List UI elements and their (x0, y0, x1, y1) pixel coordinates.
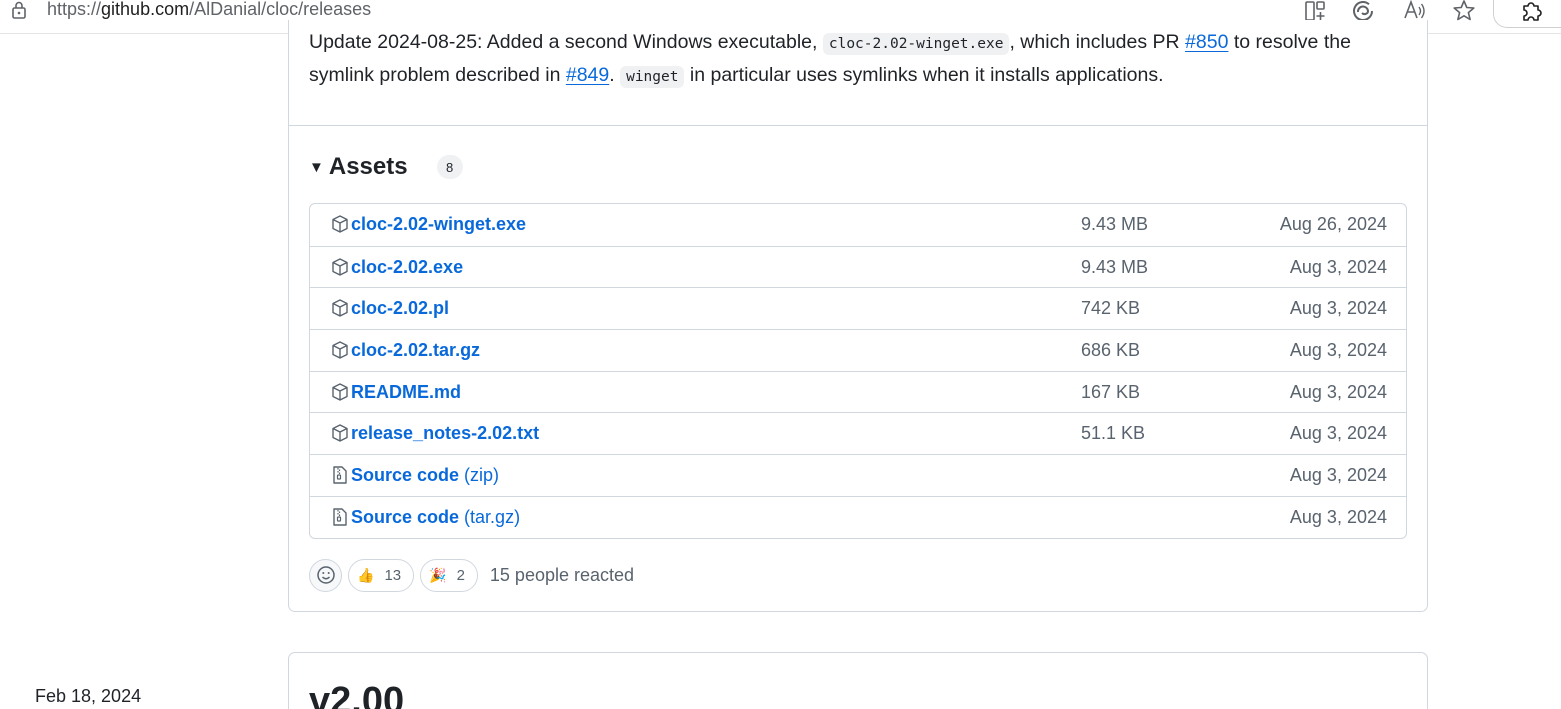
reactions-summary: 15 people reacted (489, 564, 635, 585)
asset-name: cloc-2.02.exe (351, 256, 464, 277)
inline-code: winget (620, 66, 685, 88)
asset-row: release_notes-2.02.txt 51.1 KB Aug 3, 20… (310, 412, 1406, 454)
thumbs-up-reaction[interactable]: 👍 13 (348, 558, 415, 592)
issue-849-link[interactable]: #849 (566, 64, 609, 86)
tada-count: 2 (456, 566, 465, 584)
package-icon (330, 298, 350, 318)
asset-name: release_notes-2.02.txt (351, 423, 540, 444)
asset-row: cloc-2.02.tar.gz 686 KB Aug 3, 2024 (310, 329, 1406, 371)
asset-date: Aug 3, 2024 (1289, 256, 1387, 277)
assets-title: Assets (328, 153, 408, 180)
asset-date: Aug 3, 2024 (1289, 381, 1387, 402)
asset-date: Aug 3, 2024 (1289, 340, 1387, 361)
asset-link[interactable]: cloc-2.02.tar.gz (351, 340, 480, 361)
asset-size: 51.1 KB (1081, 423, 1146, 444)
asset-link[interactable]: release_notes-2.02.txt (351, 423, 539, 444)
asset-size: 9.43 MB (1081, 214, 1149, 234)
inline-code: cloc-2.02-winget.exe (822, 33, 1010, 55)
address-bar[interactable]: https://github.com/AlDanial/cloc/release… (47, 0, 371, 20)
update-text: Update 2024-08-25: Added a second Window… (309, 31, 823, 53)
thumbs-up-count: 13 (384, 566, 402, 584)
asset-name: cloc-2.02.tar.gz (351, 340, 481, 361)
asset-row: Source code (zip) Aug 3, 2024 (310, 454, 1406, 496)
asset-date: Aug 26, 2024 (1279, 214, 1387, 234)
release-update-note: Update 2024-08-25: Added a second Window… (309, 27, 1409, 93)
extensions-icon[interactable] (1518, 0, 1544, 24)
asset-size: 9.43 MB (1081, 256, 1149, 277)
asset-size: 167 KB (1081, 381, 1141, 402)
file-zip-icon (330, 465, 350, 485)
update-text: in particular uses symlinks when it inst… (684, 64, 1164, 86)
asset-date: Aug 3, 2024 (1289, 423, 1387, 444)
package-icon (330, 423, 350, 443)
asset-link[interactable]: Source code (zip) (351, 465, 499, 486)
asset-row: cloc-2.02.pl 742 KB Aug 3, 2024 (310, 287, 1406, 329)
asset-row: cloc-2.02-winget.exe 9.43 MB Aug 26, 202… (310, 204, 1406, 246)
pr-850-link[interactable]: #850 (1185, 31, 1228, 53)
asset-row: README.md 167 KB Aug 3, 2024 (310, 370, 1406, 413)
next-release-card (288, 652, 1428, 709)
asset-date: Aug 3, 2024 (1289, 465, 1387, 486)
package-icon (330, 382, 350, 402)
asset-size: 742 KB (1081, 298, 1141, 319)
asset-name-suffix: (tar.gz) (459, 506, 521, 527)
package-icon (330, 214, 350, 234)
lock-icon[interactable] (9, 0, 29, 20)
url-prefix: https:// (47, 0, 102, 19)
favorite-star-icon[interactable] (1451, 0, 1477, 24)
assets-count-badge: 8 (436, 155, 463, 179)
asset-link[interactable]: README.md (351, 382, 461, 403)
asset-name: cloc-2.02.pl (351, 298, 450, 319)
tada-icon: 🎉 (429, 566, 447, 583)
reactions-bar: 👍 13 🎉 2 15 people reacted (309, 558, 634, 592)
asset-row: Source code (tar.gz) Aug 3, 2024 (310, 495, 1406, 538)
section-divider (289, 125, 1427, 126)
asset-name-suffix: (zip) (459, 465, 500, 486)
asset-row: cloc-2.02.exe 9.43 MB Aug 3, 2024 (310, 245, 1406, 288)
asset-date: Aug 3, 2024 (1289, 506, 1387, 527)
smiley-icon (316, 566, 335, 584)
update-text: . (609, 64, 621, 86)
add-reaction-button[interactable] (309, 558, 342, 592)
caret-down-icon: ▼ (309, 158, 324, 176)
asset-name: README.md (351, 381, 462, 402)
url-path: /AlDanial/cloc/releases (189, 0, 372, 19)
next-release-title[interactable]: v2.00 (309, 680, 404, 709)
asset-name: Source code (351, 465, 460, 486)
thumbs-up-icon: 👍 (357, 566, 375, 583)
asset-link[interactable]: cloc-2.02.pl (351, 298, 449, 319)
url-domain: github.com (101, 0, 190, 19)
update-text: , which includes PR (1009, 31, 1186, 53)
tada-reaction[interactable]: 🎉 2 (420, 558, 478, 592)
package-icon (330, 340, 350, 360)
file-zip-icon (330, 507, 350, 527)
assets-toggle[interactable]: ▼ Assets 8 (309, 150, 463, 184)
package-icon (330, 257, 350, 277)
asset-name: Source code (351, 506, 460, 527)
asset-date: Aug 3, 2024 (1289, 298, 1387, 319)
assets-list: cloc-2.02-winget.exe 9.43 MB Aug 26, 202… (309, 203, 1407, 539)
asset-size: 686 KB (1081, 340, 1141, 361)
asset-link[interactable]: cloc-2.02.exe (351, 257, 463, 278)
next-release-date: Feb 18, 2024 (35, 686, 142, 706)
asset-name: cloc-2.02-winget.exe (351, 214, 527, 234)
asset-link[interactable]: Source code (tar.gz) (351, 507, 520, 528)
asset-link[interactable]: cloc-2.02-winget.exe (351, 214, 526, 235)
